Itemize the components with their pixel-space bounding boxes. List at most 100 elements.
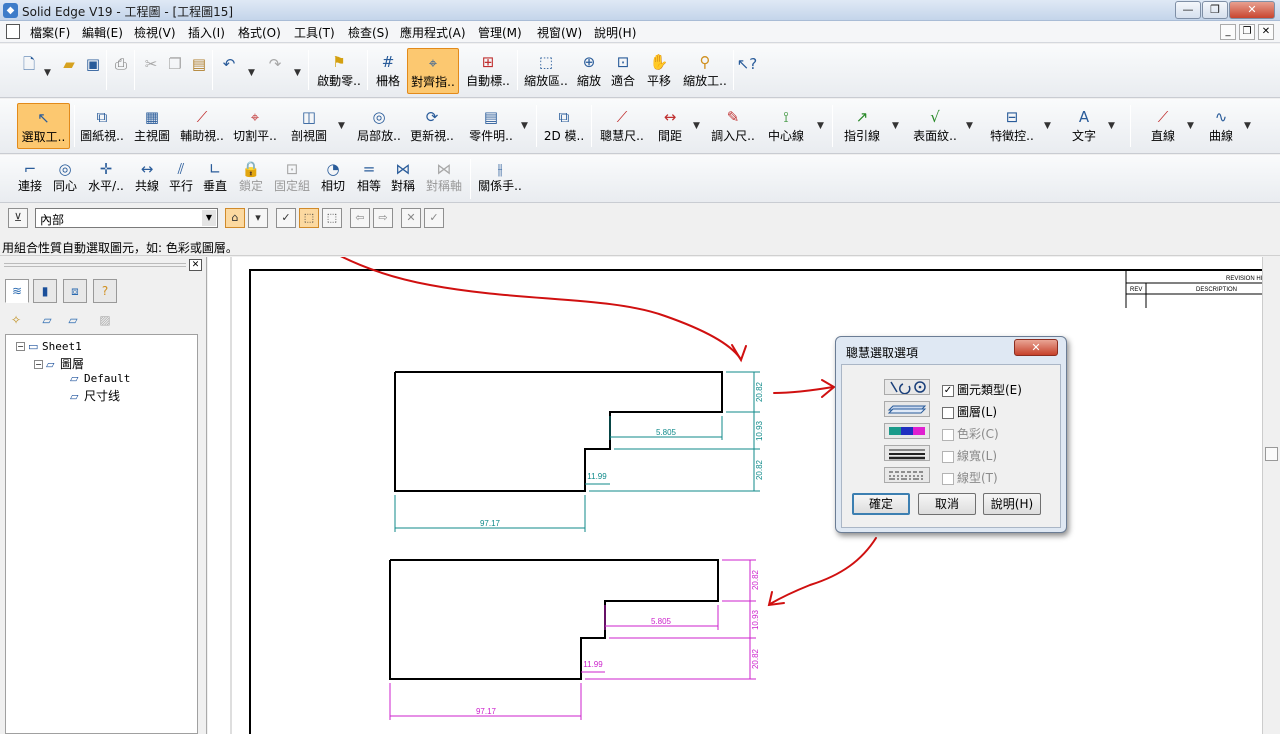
- layer-checkbox[interactable]: [942, 406, 954, 419]
- collapse-toggle[interactable]: −: [34, 360, 43, 369]
- zoom-button[interactable]: ⊕ 縮放: [574, 52, 604, 89]
- panel-close-button[interactable]: ✕: [189, 259, 202, 271]
- lock-button[interactable]: 🔒 鎖定: [236, 161, 266, 194]
- align-button[interactable]: ⌖ 對齊指..: [407, 48, 459, 94]
- menu-help[interactable]: 說明(H): [594, 24, 636, 41]
- section-dropdown[interactable]: ▼: [338, 121, 345, 131]
- center-line-dropdown[interactable]: ▼: [817, 121, 824, 131]
- menu-edit[interactable]: 編輯(E): [82, 24, 123, 41]
- document-icon[interactable]: [6, 24, 20, 39]
- curve-dropdown[interactable]: ▼: [1244, 121, 1251, 131]
- menu-inspect[interactable]: 檢查(S): [348, 24, 389, 41]
- forward-button[interactable]: ⇨: [373, 208, 393, 228]
- collinear-button[interactable]: ↔ 共線: [132, 161, 162, 194]
- help-tab[interactable]: ?: [93, 279, 117, 303]
- parallel-button[interactable]: ⫽ 平行: [166, 161, 196, 194]
- delete-layer-button[interactable]: ▨: [94, 310, 116, 330]
- retrieve-dimension-button[interactable]: ✎ 調入尺..: [708, 107, 758, 144]
- menu-applications[interactable]: 應用程式(A): [400, 24, 466, 41]
- smart-select-options-button[interactable]: ✓: [276, 208, 296, 228]
- help-button[interactable]: 說明(H): [983, 493, 1041, 515]
- cut-button[interactable]: ✂: [140, 54, 162, 74]
- line-button[interactable]: ⟋ 直線: [1146, 107, 1180, 144]
- leader-button[interactable]: ↗ 指引線: [840, 107, 884, 144]
- new-button[interactable]: 🗋: [18, 54, 40, 74]
- scrollbar-thumb[interactable]: [1265, 447, 1278, 461]
- smart-select-button[interactable]: ⊻: [8, 208, 28, 228]
- leader-dropdown[interactable]: ▼: [892, 121, 899, 131]
- select-tool-button[interactable]: ↖ 選取工..: [17, 103, 70, 149]
- cut-plane-button[interactable]: ⌖ 切割平..: [230, 107, 280, 144]
- drawing-canvas[interactable]: REVISION HIS REV DESCRIPTION 20.82 10.93…: [208, 257, 1280, 734]
- distance-button[interactable]: ↔ 間距: [652, 107, 688, 144]
- smart-dimension-button[interactable]: ⟋ 聰慧尺..: [597, 107, 647, 144]
- tree-node-default[interactable]: ▱ Default: [70, 371, 130, 385]
- redo-button[interactable]: ↷: [264, 54, 286, 74]
- 2d-model-button[interactable]: ⧉ 2D 模..: [542, 107, 586, 144]
- symmetry-axis-button[interactable]: ⋈ 對稱軸: [424, 161, 464, 194]
- aux-view-button[interactable]: ⟋ 輔助視..: [178, 107, 226, 144]
- text-dropdown[interactable]: ▼: [1108, 121, 1115, 131]
- sheet-view-button[interactable]: ⧉ 圖紙視..: [78, 107, 126, 144]
- inside-select-button[interactable]: ⬚: [299, 208, 319, 228]
- perpendicular-button[interactable]: ∟ 垂直: [200, 161, 230, 194]
- library-tab[interactable]: ▮: [33, 279, 57, 303]
- connect-button[interactable]: ⌐ 連接: [14, 161, 46, 194]
- autoscale-button[interactable]: ⊞ 自動標..: [463, 52, 513, 89]
- section-view-button[interactable]: ◫ 剖視圖: [286, 107, 332, 144]
- concentric-button[interactable]: ◎ 同心: [50, 161, 80, 194]
- vertical-scrollbar[interactable]: [1262, 257, 1280, 734]
- show-layer-button[interactable]: ▱: [36, 310, 58, 330]
- menu-format[interactable]: 格式(O): [238, 24, 281, 41]
- option-layer[interactable]: 圖層(L): [942, 403, 997, 420]
- new-dropdown[interactable]: ▼: [44, 68, 51, 78]
- option-element-type[interactable]: ✓ 圖元類型(E): [942, 381, 1022, 398]
- maximize-button[interactable]: ❐: [1202, 1, 1228, 19]
- fit-button[interactable]: ⊡ 適合: [608, 52, 638, 89]
- distance-dropdown[interactable]: ▼: [693, 121, 700, 131]
- open-button[interactable]: ▰: [58, 54, 80, 74]
- select-option-button-2[interactable]: ▾: [248, 208, 268, 228]
- collapse-toggle[interactable]: −: [16, 342, 25, 351]
- undo-dropdown[interactable]: ▼: [248, 68, 255, 78]
- mdi-minimize-button[interactable]: _: [1220, 24, 1236, 40]
- menu-view[interactable]: 檢視(V): [134, 24, 176, 41]
- tree-node-dimension[interactable]: ▱ 尺寸线: [70, 387, 120, 404]
- symbols-tab[interactable]: ⧈: [63, 279, 87, 303]
- back-button[interactable]: ⇦: [350, 208, 370, 228]
- menu-window[interactable]: 視窗(W): [537, 24, 582, 41]
- mdi-close-button[interactable]: ✕: [1258, 24, 1274, 40]
- tree-node-sheet[interactable]: − ▭ Sheet1: [16, 339, 82, 353]
- parts-list-button[interactable]: ▤ 零件明..: [466, 107, 516, 144]
- new-layer-button[interactable]: ✧: [5, 310, 27, 330]
- curve-button[interactable]: ∿ 曲線: [1204, 107, 1238, 144]
- menu-insert[interactable]: 插入(I): [188, 24, 225, 41]
- text-button[interactable]: A 文字: [1068, 107, 1100, 144]
- minimize-button[interactable]: —: [1175, 1, 1201, 19]
- parts-list-dropdown[interactable]: ▼: [521, 121, 528, 131]
- copy-button[interactable]: ❐: [164, 54, 186, 74]
- fix-set-button[interactable]: ⊡ 固定組: [272, 161, 312, 194]
- menu-tools[interactable]: 工具(T): [294, 24, 335, 41]
- help-pointer-button[interactable]: ↖?: [736, 54, 758, 74]
- equal-button[interactable]: = 相等: [354, 161, 384, 194]
- print-button[interactable]: ⎙: [110, 54, 132, 74]
- layers-tab[interactable]: ≋: [5, 279, 29, 303]
- line-dropdown[interactable]: ▼: [1187, 121, 1194, 131]
- main-view-button[interactable]: ▦ 主視圖: [130, 107, 174, 144]
- pan-button[interactable]: ✋ 平移: [642, 52, 676, 89]
- zoom-area-button[interactable]: ⬚ 縮放區..: [522, 52, 570, 89]
- detail-view-button[interactable]: ◎ 局部放..: [354, 107, 404, 144]
- paste-button[interactable]: ▤: [188, 54, 210, 74]
- update-view-button[interactable]: ⟳ 更新視..: [408, 107, 456, 144]
- surface-dropdown[interactable]: ▼: [966, 121, 973, 131]
- accept-select-button[interactable]: ✓: [424, 208, 444, 228]
- select-option-button-1[interactable]: ⌂: [225, 208, 245, 228]
- menu-manage[interactable]: 管理(M): [478, 24, 522, 41]
- cancel-select-button[interactable]: ✕: [401, 208, 421, 228]
- symmetric-button[interactable]: ⋈ 對稱: [388, 161, 418, 194]
- close-button[interactable]: ✕: [1229, 1, 1275, 19]
- save-button[interactable]: ▣: [82, 54, 104, 74]
- grid-button[interactable]: # 柵格: [372, 52, 404, 89]
- element-type-checkbox[interactable]: ✓: [942, 384, 954, 397]
